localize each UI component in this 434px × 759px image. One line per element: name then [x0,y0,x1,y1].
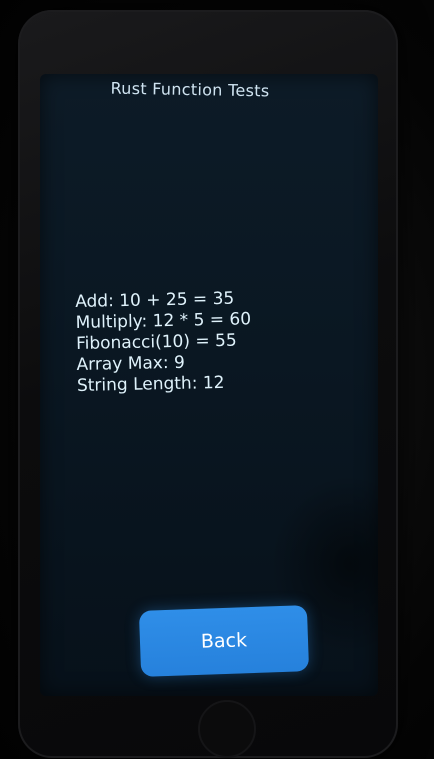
result-fibonacci: Fibonacci(10) = 55 [75,330,237,354]
result-string-length: String Length: 12 [76,372,225,396]
photo: Rust Function Tests Add: 10 + 25 = 35 Mu… [0,0,434,759]
page-title: Rust Function Tests [110,78,270,101]
test-results: Add: 10 + 25 = 35 Multiply: 12 * 5 = 60 … [75,288,253,397]
app-screen: Rust Function Tests Add: 10 + 25 = 35 Mu… [40,74,378,696]
home-button[interactable] [198,700,256,758]
back-button[interactable]: Back [138,605,310,677]
